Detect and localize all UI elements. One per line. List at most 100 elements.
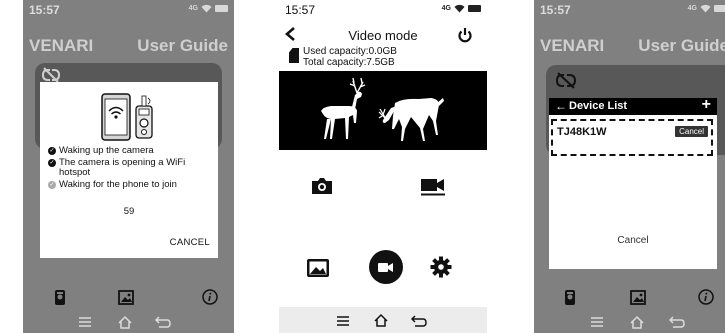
home-icon	[374, 313, 388, 327]
user-guide-link[interactable]: User Guide	[137, 36, 228, 56]
link-off-icon	[556, 72, 577, 89]
link-off-icon	[42, 67, 61, 83]
recent-apps-button[interactable]	[74, 313, 96, 331]
wakeup-steps: ✓ Waking up the camera ✓ The camera is o…	[48, 145, 212, 191]
pending-check-icon: ✓	[48, 180, 56, 189]
wifi-icon	[454, 4, 465, 13]
camera-icon	[312, 178, 332, 194]
home-button[interactable]	[626, 313, 648, 331]
tab-info[interactable]	[696, 287, 716, 307]
device-list-header: ← Device List +	[549, 96, 717, 115]
gallery-icon	[630, 289, 646, 305]
total-capacity: Total capacity:7.5GB	[303, 57, 395, 68]
tab-gallery[interactable]	[116, 287, 136, 307]
system-nav-bar	[23, 311, 234, 333]
deer-silhouette-image	[321, 77, 444, 141]
gallery-icon	[307, 259, 329, 277]
network-icon: 4G	[687, 5, 697, 12]
status-bar: 15:57 4G	[534, 0, 725, 22]
brand-title: VENARI	[540, 36, 605, 55]
back-icon	[155, 316, 171, 328]
back-button[interactable]	[152, 313, 174, 331]
status-time: 15:57	[29, 3, 60, 17]
device-list-title: Device List	[569, 100, 628, 112]
step-text: The camera is opening a WiFi hotspot	[59, 156, 186, 178]
user-guide-link[interactable]: User Guide	[638, 36, 725, 56]
bottom-tab-bar	[23, 287, 234, 309]
app-header: VENARI User Guide	[534, 34, 725, 60]
page-title: Video mode	[348, 28, 418, 43]
sd-card-icon	[289, 48, 299, 63]
screen-device-list: 15:57 4G VENARI User Guide ← Device List…	[534, 0, 725, 333]
battery-icon	[468, 5, 481, 12]
wifi-icon	[201, 4, 212, 13]
network-icon: 4G	[441, 5, 451, 12]
back-icon	[669, 316, 685, 328]
step-row: ✓ The camera is opening a WiFi hotspot	[48, 156, 212, 179]
tab-camera[interactable]	[50, 287, 70, 307]
recent-apps-button[interactable]	[586, 313, 608, 331]
system-nav-bar	[534, 311, 725, 333]
gallery-icon	[118, 289, 134, 305]
menu-icon	[591, 317, 603, 327]
screen-camera-wakeup: 15:57 4G VENARI User Guide ✓ Waking up t…	[23, 0, 234, 333]
info-icon	[202, 289, 218, 305]
battery-icon	[714, 5, 725, 12]
camera-preview	[279, 71, 487, 150]
screen-video-mode: 15:57 4G Video mode Used capacity:0.0GB …	[279, 0, 487, 333]
power-icon[interactable]	[457, 27, 473, 43]
cancel-button[interactable]: Cancel	[549, 235, 717, 246]
video-camera-icon	[421, 179, 445, 196]
status-time: 15:57	[285, 3, 316, 17]
wakeup-dialog: ✓ Waking up the camera ✓ The camera is o…	[40, 82, 218, 258]
step-text: Waking for the phone to join	[59, 178, 177, 190]
network-icon: 4G	[188, 5, 198, 12]
menu-icon	[337, 316, 349, 326]
gear-icon	[430, 256, 452, 278]
step-row: ✓ Waking for the phone to join	[48, 178, 212, 191]
tab-info[interactable]	[200, 287, 220, 307]
gallery-button[interactable]	[305, 256, 331, 280]
step-row: ✓ Waking up the camera	[48, 145, 212, 157]
system-nav-bar	[279, 307, 487, 333]
used-capacity: Used capacity:0.0GB	[303, 46, 397, 57]
wifi-icon	[700, 4, 711, 13]
status-bar: 15:57 4G	[279, 0, 487, 22]
home-button[interactable]	[114, 313, 136, 331]
photo-mode-button[interactable]	[310, 174, 334, 198]
step-text: Waking up the camera	[59, 145, 154, 156]
cancel-button[interactable]: CANCEL	[170, 237, 210, 248]
add-device-button[interactable]: +	[702, 96, 711, 114]
countdown-seconds: 59	[123, 206, 135, 217]
device-cancel-button[interactable]: Cancel	[675, 126, 708, 137]
status-time: 15:57	[540, 3, 571, 17]
device-list-item[interactable]: TJ48K1W Cancel	[551, 119, 713, 156]
back-arrow-icon[interactable]: ←	[555, 99, 567, 113]
record-button[interactable]	[369, 250, 403, 284]
settings-button[interactable]	[428, 254, 454, 280]
status-bar: 15:57 4G	[23, 0, 234, 22]
phone-camera-illustration	[101, 93, 153, 141]
bottom-tab-bar	[534, 287, 725, 309]
check-icon: ✓	[48, 147, 56, 155]
battery-icon	[215, 5, 228, 12]
tab-camera[interactable]	[560, 287, 580, 307]
menu-icon	[79, 317, 91, 327]
device-list-panel: ← Device List + TJ48K1W Cancel Cancel	[549, 96, 717, 269]
brand-title: VENARI	[29, 36, 94, 55]
app-header: VENARI User Guide	[23, 34, 234, 60]
back-button[interactable]	[666, 313, 688, 331]
back-button[interactable]	[408, 312, 430, 330]
video-mode-button[interactable]	[419, 174, 447, 198]
device-name: TJ48K1W	[557, 126, 607, 138]
home-icon	[630, 315, 644, 329]
trail-camera-icon	[55, 289, 65, 305]
info-icon	[698, 289, 714, 305]
tab-gallery[interactable]	[628, 287, 648, 307]
video-icon	[378, 262, 393, 272]
back-icon	[411, 315, 427, 327]
check-icon: ✓	[48, 158, 56, 167]
home-icon	[118, 315, 132, 329]
home-button[interactable]	[370, 311, 392, 329]
recent-apps-button[interactable]	[332, 312, 354, 330]
